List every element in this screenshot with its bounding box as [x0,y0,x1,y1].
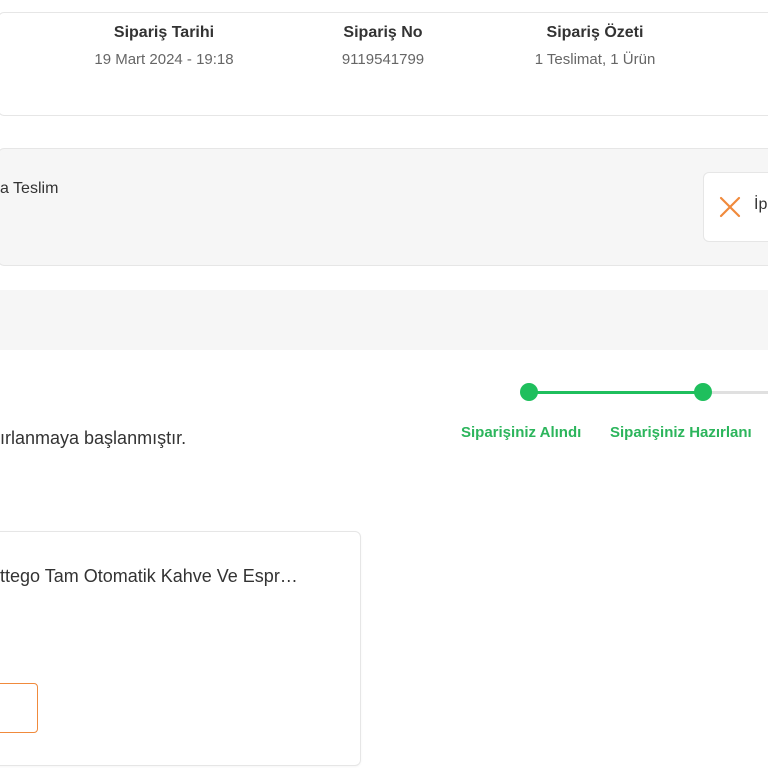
order-status-message: ırlanmaya başlanmıştır. [0,428,187,448]
order-number-title: Sipariş No [343,24,423,41]
tracker-line-complete [528,391,704,394]
delivery-status-bar [0,148,768,266]
product-name[interactable]: ttego Tam Otomatik Kahve Ve Espr… [0,566,340,587]
tracker-step-label: Siparişiniz Hazırlanı [610,424,752,441]
order-summary-title: Sipariş Özeti [546,24,644,41]
close-icon [719,196,741,218]
order-date-block: Sipariş Tarihi 19 Mart 2024 - 19:18 [84,24,244,68]
delivery-title: a Teslim [0,180,59,197]
tracker-step-label: Siparişiniz Alındı [461,424,582,441]
order-summary-value: 1 Teslimat, 1 Ürün [534,51,656,68]
order-number-value: 9119541799 [341,51,425,68]
order-number-block: Sipariş No 9119541799 [313,24,453,68]
cancel-order-label: İp [754,196,768,213]
tracker-step-dot [520,383,538,401]
order-date-title: Sipariş Tarihi [113,24,215,41]
cancel-order-button[interactable]: İp [703,172,768,242]
order-date-value: 19 Mart 2024 - 19:18 [94,51,234,68]
order-summary-block: Sipariş Özeti 1 Teslimat, 1 Ürün [515,24,675,68]
tracker-line-pending [710,391,768,394]
product-action-button[interactable] [0,683,38,733]
tracker-step-dot [694,383,712,401]
section-divider-strip [0,290,768,350]
